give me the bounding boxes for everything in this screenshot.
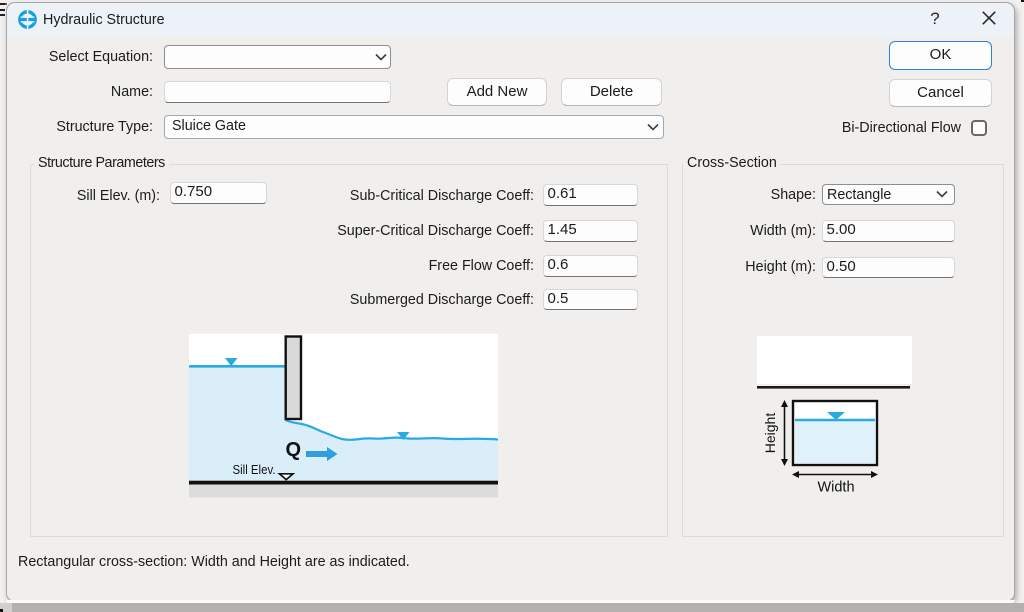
svg-text:Sill Elev.: Sill Elev. <box>233 462 276 477</box>
svg-text:Q: Q <box>286 439 302 461</box>
svg-text:Height: Height <box>762 413 778 454</box>
svg-text:Width: Width <box>817 480 854 496</box>
